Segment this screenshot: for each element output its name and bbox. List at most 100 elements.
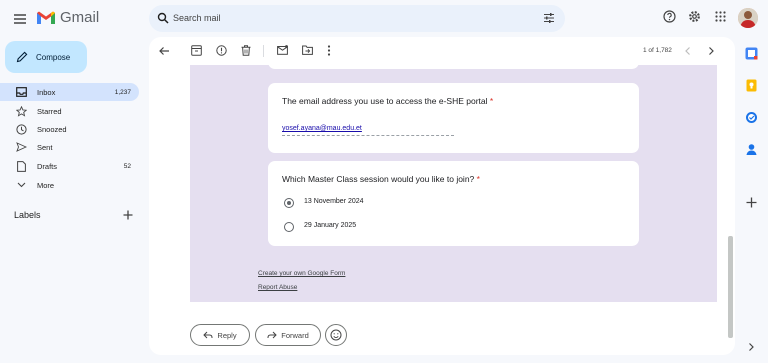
gmail-logo[interactable]: Gmail	[37, 9, 99, 26]
question-title: The email address you use to access the …	[282, 96, 493, 106]
settings-button[interactable]	[688, 10, 701, 23]
message-scrollbar[interactable]	[728, 236, 733, 338]
forward-button[interactable]: Forward	[255, 324, 321, 346]
move-to-button[interactable]	[302, 45, 313, 55]
archive-button[interactable]	[191, 45, 202, 56]
drafts-count: 52	[123, 162, 131, 170]
settings-icon	[689, 11, 700, 22]
answer-underline	[282, 135, 454, 136]
sidebar-item-more[interactable]: More	[0, 176, 139, 194]
get-addons-button[interactable]	[745, 196, 758, 209]
create-label-button[interactable]	[122, 209, 134, 221]
sidebar-item-label: Drafts	[37, 161, 58, 171]
email-answer-link[interactable]: yosef.ayana@mau.edu.et	[282, 125, 362, 132]
message-view: 1 of 1,782 The email address you use to …	[149, 37, 735, 355]
search-input[interactable]	[173, 11, 523, 25]
more-options-button[interactable]	[327, 45, 331, 56]
keep-icon	[746, 79, 757, 92]
newer-button[interactable]	[684, 46, 692, 56]
reply-button[interactable]: Reply	[190, 324, 250, 346]
tasks-addon[interactable]	[745, 111, 758, 124]
report-abuse-link[interactable]: Report Abuse	[258, 284, 297, 291]
report-spam-button[interactable]	[216, 45, 227, 56]
plus-icon	[746, 197, 757, 208]
pagination-text: 1 of 1,782	[643, 47, 672, 54]
main-menu-button[interactable]	[10, 9, 30, 29]
back-button[interactable]	[158, 45, 170, 57]
mark-unread-icon	[277, 45, 288, 55]
plus-icon	[123, 210, 133, 220]
sidebar-item-drafts[interactable]: Drafts 52	[0, 157, 139, 175]
sidebar-item-starred[interactable]: Starred	[0, 102, 139, 120]
keep-addon[interactable]	[745, 79, 758, 92]
clock-icon	[15, 123, 27, 135]
help-icon	[663, 10, 676, 23]
apps-icon	[715, 11, 726, 22]
toolbar-divider	[263, 45, 264, 57]
question-title: Which Master Class session would you lik…	[282, 174, 480, 184]
search-icon[interactable]	[157, 12, 169, 24]
chevron-down-icon	[17, 182, 25, 188]
compose-label: Compose	[36, 52, 71, 62]
radio-option-label: 29 January 2025	[304, 222, 357, 229]
calendar-icon	[745, 47, 758, 60]
send-icon	[15, 142, 27, 152]
archive-icon	[191, 45, 202, 56]
form-email-body: The email address you use to access the …	[190, 57, 717, 302]
more-vert-icon	[327, 45, 331, 56]
emoji-icon	[330, 329, 342, 341]
app-name: Gmail	[60, 9, 100, 26]
sidebar-item-label: Inbox	[37, 87, 56, 97]
question-text: Which Master Class session would you lik…	[282, 174, 475, 184]
chevron-left-icon	[685, 47, 690, 55]
support-button[interactable]	[663, 10, 676, 23]
search-bar[interactable]	[149, 5, 565, 32]
sidebar-item-label: More	[37, 180, 55, 190]
back-arrow-icon	[159, 47, 169, 55]
tune-icon[interactable]	[543, 12, 555, 24]
avatar-image	[738, 8, 758, 28]
labels-heading: Labels	[14, 210, 41, 220]
chevron-right-icon	[709, 47, 714, 55]
sidebar-item-sent[interactable]: Sent	[0, 138, 139, 156]
forward-icon	[267, 331, 277, 339]
radio-option-label: 13 November 2024	[304, 198, 364, 205]
sidebar-item-label: Snoozed	[37, 124, 67, 134]
calendar-addon[interactable]	[745, 47, 758, 60]
older-button[interactable]	[707, 46, 715, 56]
account-avatar[interactable]	[738, 8, 758, 28]
sidebar-item-label: Sent	[37, 142, 53, 152]
report-icon	[216, 45, 227, 56]
chevron-right-icon	[749, 343, 754, 351]
question-text: The email address you use to access the …	[282, 96, 488, 106]
sidebar-item-label: Starred	[37, 106, 62, 116]
contacts-icon	[746, 144, 757, 155]
inbox-icon	[15, 87, 27, 97]
form-question-card-session: Which Master Class session would you lik…	[268, 161, 639, 246]
move-icon	[302, 45, 313, 55]
required-mark: *	[489, 96, 494, 106]
mark-unread-button[interactable]	[277, 45, 288, 55]
unread-count: 1,237	[114, 88, 131, 96]
compose-button[interactable]: Compose	[5, 41, 87, 73]
reply-label: Reply	[217, 330, 237, 340]
draft-icon	[16, 160, 26, 172]
gmail-logo-icon	[37, 11, 55, 24]
radio-option-2[interactable]	[284, 222, 294, 232]
radio-option-1[interactable]	[284, 198, 294, 208]
emoji-reaction-button[interactable]	[325, 324, 347, 346]
form-question-card-email: The email address you use to access the …	[268, 83, 639, 153]
delete-button[interactable]	[241, 45, 251, 56]
sidebar-item-inbox[interactable]: Inbox 1,237	[0, 83, 139, 101]
sidebar-item-snoozed[interactable]: Snoozed	[0, 120, 139, 138]
delete-icon	[241, 45, 251, 56]
create-form-link[interactable]: Create your own Google Form	[258, 270, 345, 277]
show-side-panel-button[interactable]	[747, 342, 755, 352]
star-icon	[15, 105, 27, 117]
google-apps-button[interactable]	[714, 10, 727, 23]
contacts-addon[interactable]	[745, 143, 758, 156]
tasks-icon	[746, 112, 757, 123]
menu-icon	[14, 14, 26, 24]
pencil-icon	[16, 51, 28, 63]
reply-icon	[203, 331, 213, 339]
